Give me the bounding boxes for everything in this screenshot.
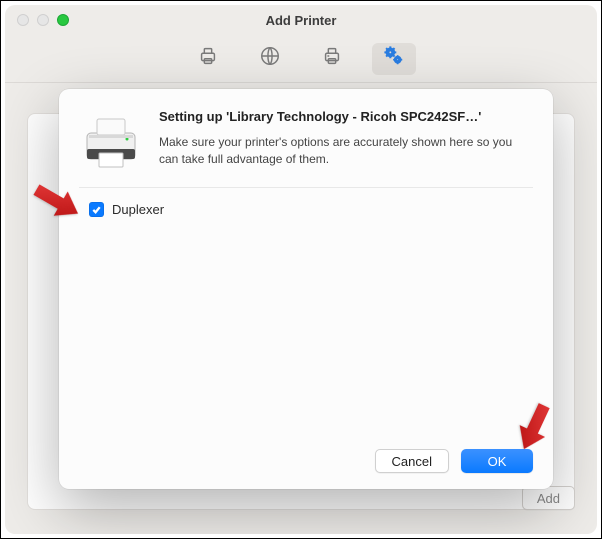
titlebar: Add Printer xyxy=(5,5,597,35)
tab-ip-printer[interactable] xyxy=(248,43,292,75)
ok-button[interactable]: OK xyxy=(461,449,533,473)
sheet-header-text: Setting up 'Library Technology - Ricoh S… xyxy=(159,109,533,173)
tab-advanced[interactable] xyxy=(372,43,416,75)
tab-default-printer[interactable] xyxy=(186,43,230,75)
cancel-button-label: Cancel xyxy=(392,454,432,469)
options-list: Duplexer xyxy=(79,202,533,217)
option-duplexer[interactable]: Duplexer xyxy=(89,202,533,217)
add-button-label: Add xyxy=(537,491,560,506)
printer-large-icon xyxy=(79,109,143,173)
main-window: Add Printer xyxy=(5,5,597,534)
tab-windows-printer[interactable] xyxy=(310,43,354,75)
option-label: Duplexer xyxy=(112,202,164,217)
sheet-divider xyxy=(79,187,533,188)
add-button: Add xyxy=(522,486,575,510)
toolbar xyxy=(5,35,597,83)
globe-icon xyxy=(259,45,281,72)
sheet-subtext: Make sure your printer's options are acc… xyxy=(159,134,533,168)
outer-frame: Add Printer xyxy=(0,0,602,539)
options-sheet: Setting up 'Library Technology - Ricoh S… xyxy=(59,89,553,489)
printer-icon xyxy=(197,45,219,72)
fax-icon xyxy=(321,45,343,72)
ok-button-label: OK xyxy=(488,454,507,469)
gears-icon xyxy=(383,45,405,72)
checkbox-checked-icon xyxy=(89,202,104,217)
sheet-header: Setting up 'Library Technology - Ricoh S… xyxy=(79,109,533,173)
cancel-button[interactable]: Cancel xyxy=(375,449,449,473)
sheet-heading: Setting up 'Library Technology - Ricoh S… xyxy=(159,109,533,124)
sheet-actions: Cancel OK xyxy=(79,449,533,473)
window-title: Add Printer xyxy=(5,13,597,28)
